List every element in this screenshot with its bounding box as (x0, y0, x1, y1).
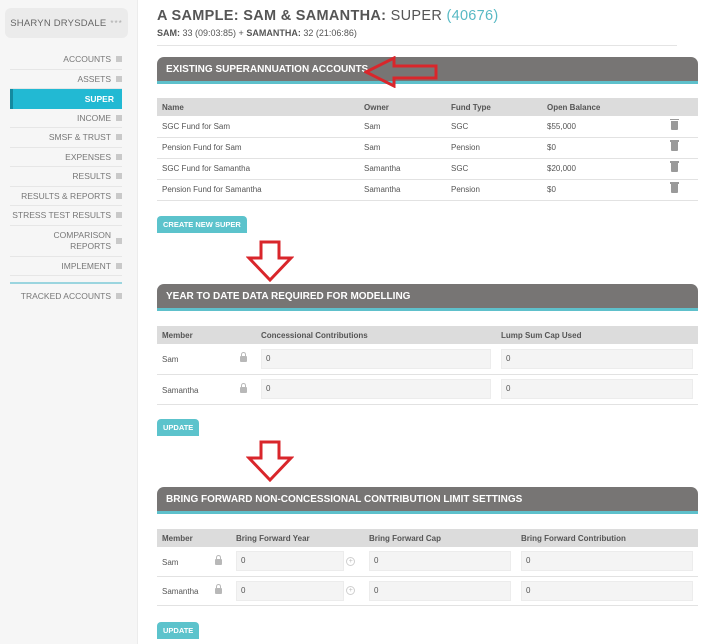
square-icon (116, 173, 122, 180)
lock-icon (215, 584, 222, 594)
user-menu[interactable]: SHARYN DRYSDALE *** (5, 8, 128, 38)
sidebar-item-results-reports[interactable]: RESULTS & REPORTS (10, 187, 122, 206)
square-icon (116, 134, 122, 141)
column-header: Lump Sum Cap Used (496, 326, 698, 344)
sidebar-item-income[interactable]: INCOME (10, 109, 122, 128)
stepper-icon[interactable]: + (346, 586, 356, 595)
red-arrow-icon (246, 440, 294, 482)
column-header: Bring Forward Cap (364, 529, 516, 547)
sidebar-nav: ACCOUNTS ASSETS SUPER INCOME SMSF & TRUS… (10, 50, 122, 308)
trash-icon[interactable] (670, 161, 679, 172)
square-icon (116, 293, 122, 299)
square-icon (116, 56, 122, 63)
red-arrow-icon (364, 56, 438, 88)
column-header: Owner (359, 98, 446, 116)
lump-sum-cap-input[interactable]: 0 (501, 348, 693, 369)
table-row[interactable]: SGC Fund for Samantha Samantha SGC $20,0… (157, 158, 698, 180)
table-header-row: Member Concessional Contributions Lump S… (157, 326, 698, 344)
bring-forward-year-input[interactable]: 0 (236, 580, 344, 601)
ytd-update-button[interactable]: UPDATE (157, 419, 200, 436)
bring-forward-cap-input[interactable]: 0 (369, 580, 511, 601)
square-icon (116, 262, 122, 269)
column-header: Fund Type (446, 98, 542, 116)
page-title: A SAMPLE: SAM & SAMANTHA: SUPER (40676) (157, 8, 499, 24)
square-icon (116, 212, 122, 219)
ytd-table: Member Concessional Contributions Lump S… (157, 326, 698, 405)
page-subtitle: SAM: 33 (09:03:85) + SAMANTHA: 32 (21:06… (157, 28, 357, 38)
bring-forward-update-button[interactable]: UPDATE (157, 622, 200, 639)
user-name: SHARYN DRYSDALE (10, 17, 107, 29)
bring-forward-year-input[interactable]: 0 (236, 551, 344, 572)
section-header-ytd: YEAR TO DATE DATA REQUIRED FOR MODELLING (157, 284, 698, 311)
column-header: Concessional Contributions (256, 326, 496, 344)
column-header: Member (157, 326, 256, 344)
create-new-super-button[interactable]: CREATE NEW SUPER (157, 216, 247, 233)
bring-forward-cap-input[interactable]: 0 (369, 551, 511, 572)
sidebar: SHARYN DRYSDALE *** ACCOUNTS ASSETS SUPE… (0, 0, 138, 644)
concessional-contributions-input[interactable]: 0 (261, 348, 491, 369)
column-header: Bring Forward Year (231, 529, 364, 547)
sidebar-item-stress-test[interactable]: STRESS TEST RESULTS (10, 206, 122, 226)
table-header-row: Name Owner Fund Type Open Balance (157, 98, 698, 116)
table-row[interactable]: Pension Fund for Sam Sam Pension $0 (157, 137, 698, 159)
sidebar-item-tracked-accounts[interactable]: TRACKED ACCOUNTS (10, 284, 122, 308)
table-row[interactable]: Pension Fund for Samantha Samantha Pensi… (157, 179, 698, 201)
more-icon[interactable]: *** (110, 19, 122, 28)
table-header-row: Member Bring Forward Year Bring Forward … (157, 529, 698, 547)
title-divider (157, 45, 677, 46)
bring-forward-table: Member Bring Forward Year Bring Forward … (157, 529, 698, 606)
lock-icon (240, 382, 247, 393)
table-row[interactable]: SGC Fund for Sam Sam SGC $55,000 (157, 116, 698, 138)
square-icon (116, 114, 122, 121)
column-header: Open Balance (542, 98, 662, 116)
trash-icon[interactable] (670, 182, 679, 193)
lock-icon (240, 352, 247, 363)
bring-forward-contribution-input[interactable]: 0 (521, 551, 693, 572)
red-arrow-icon (246, 240, 294, 282)
column-header-actions (662, 98, 698, 116)
sidebar-item-super[interactable]: SUPER (10, 89, 122, 109)
column-header: Bring Forward Contribution (516, 529, 698, 547)
sidebar-item-smsf-trust[interactable]: SMSF & TRUST (10, 128, 122, 148)
trash-icon[interactable] (670, 140, 679, 151)
section-header-bring-forward: BRING FORWARD NON-CONCESSIONAL CONTRIBUT… (157, 487, 698, 514)
sidebar-item-implement[interactable]: IMPLEMENT (10, 257, 122, 276)
bring-forward-contribution-input[interactable]: 0 (521, 580, 693, 601)
sidebar-item-accounts[interactable]: ACCOUNTS (10, 50, 122, 70)
square-icon (116, 153, 122, 160)
sidebar-item-comparison-reports[interactable]: COMPARISON REPORTS (10, 226, 122, 257)
lock-icon (215, 554, 222, 565)
sidebar-item-assets[interactable]: ASSETS (10, 70, 122, 89)
sidebar-item-expenses[interactable]: EXPENSES (10, 148, 122, 167)
sidebar-divider (10, 276, 122, 284)
concessional-contributions-input[interactable]: 0 (261, 379, 491, 399)
square-icon (116, 192, 122, 199)
super-accounts-table: Name Owner Fund Type Open Balance SGC Fu… (157, 98, 698, 201)
stepper-icon[interactable]: + (346, 556, 356, 566)
column-header: Member (157, 529, 231, 547)
square-icon (116, 237, 122, 244)
table-row: Samantha 0 + 0 0 (157, 576, 698, 606)
table-row: Sam 0 0 (157, 344, 698, 375)
lump-sum-cap-input[interactable]: 0 (501, 379, 693, 399)
table-row: Sam 0 + 0 0 (157, 547, 698, 577)
square-icon (116, 75, 122, 82)
sidebar-item-results[interactable]: RESULTS (10, 167, 122, 187)
table-row: Samantha 0 0 (157, 374, 698, 405)
column-header: Name (157, 98, 359, 116)
trash-icon[interactable] (670, 118, 679, 130)
